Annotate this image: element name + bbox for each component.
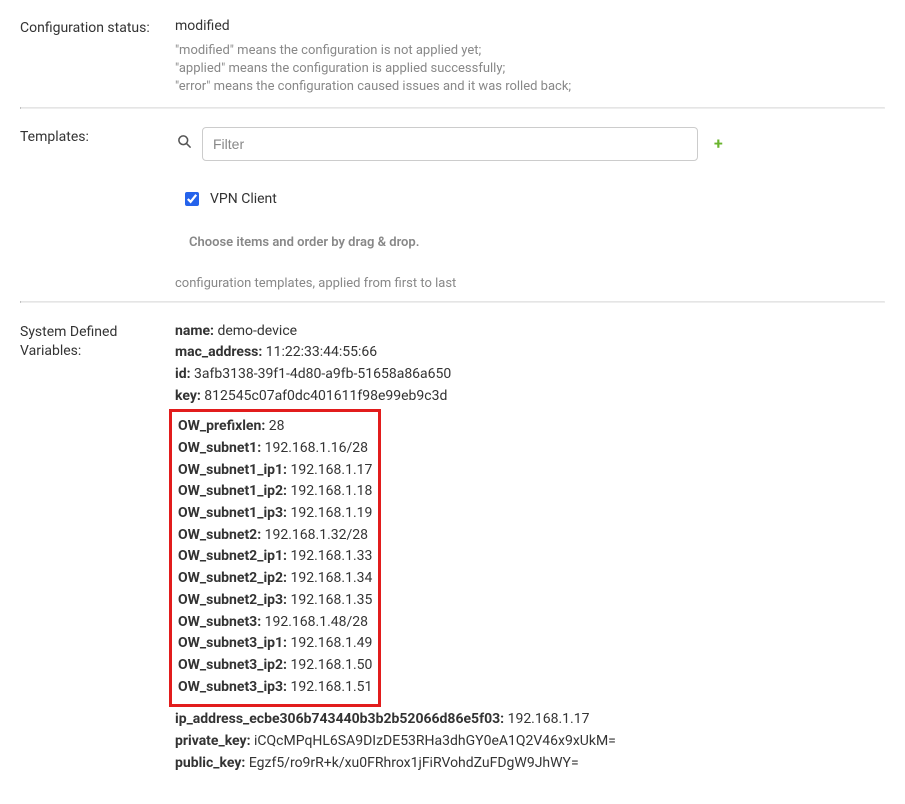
variable-key: mac_address: (175, 344, 266, 360)
templates-drag-hint: Choose items and order by drag & drop. (189, 235, 885, 250)
variable-value: 28 (269, 418, 285, 434)
variable-key: OW_subnet3_ip3: (178, 679, 290, 695)
variable-key: OW_prefixlen: (178, 418, 269, 434)
variable-key: OW_subnet2_ip3: (178, 592, 290, 608)
help-line: "modified" means the configuration is no… (175, 42, 885, 60)
variable-value: 192.168.1.17 (508, 711, 590, 727)
config-status-help: "modified" means the configuration is no… (175, 42, 885, 97)
variable-value: 192.168.1.19 (290, 505, 372, 521)
system-variables-label: System Defined Variables: (20, 321, 175, 362)
variable-line: mac_address: 11:22:33:44:55:66 (175, 342, 885, 364)
template-item-vpn-client[interactable]: VPN Client (181, 189, 885, 209)
var-group-bottom: ip_address_ecbe306b743440b3b2b52066d86e5… (175, 709, 885, 774)
variable-value: Egzf5/ro9rR+k/xu0FRhrox1jFiRVohdZuFDgW9J… (249, 755, 579, 771)
variable-line: OW_subnet3_ip1: 192.168.1.49 (178, 633, 372, 655)
variable-line: public_key: Egzf5/ro9rR+k/xu0FRhrox1jFiR… (175, 753, 885, 775)
variable-line: OW_subnet1: 192.168.1.16/28 (178, 438, 372, 460)
variable-key: OW_subnet3_ip2: (178, 657, 290, 673)
variable-key: key: (175, 388, 204, 404)
variable-line: OW_subnet1_ip2: 192.168.1.18 (178, 481, 372, 503)
variable-line: OW_subnet2_ip1: 192.168.1.33 (178, 546, 372, 568)
variable-value: 812545c07af0dc401611f98e99eb9c3d (204, 388, 447, 404)
variable-key: id: (175, 366, 194, 382)
variable-key: OW_subnet1_ip1: (178, 462, 290, 478)
var-group-top: name: demo-devicemac_address: 11:22:33:4… (175, 321, 885, 408)
variable-value: 192.168.1.17 (290, 462, 372, 478)
config-status-value: modified (175, 18, 885, 34)
variable-key: name: (175, 323, 217, 339)
templates-row: Templates: + VPN Client Choose items and… (20, 109, 885, 301)
variable-line: key: 812545c07af0dc401611f98e99eb9c3d (175, 386, 885, 408)
templates-filter-input[interactable] (202, 127, 698, 161)
search-icon (175, 134, 194, 153)
template-item-label: VPN Client (210, 191, 277, 207)
variable-line: OW_subnet3_ip3: 192.168.1.51 (178, 677, 372, 699)
template-checkbox[interactable] (185, 192, 199, 206)
variable-key: private_key: (175, 733, 254, 749)
variable-line: OW_subnet1_ip3: 192.168.1.19 (178, 503, 372, 525)
variable-line: OW_subnet2_ip2: 192.168.1.34 (178, 568, 372, 590)
config-status-label: Configuration status: (20, 18, 175, 36)
variable-value: 192.168.1.35 (290, 592, 372, 608)
variable-value: 3afb3138-39f1-4d80-a9fb-51658a86a650 (194, 366, 451, 382)
variable-value: 192.168.1.32/28 (265, 527, 368, 543)
variable-line: OW_subnet1_ip1: 192.168.1.17 (178, 460, 372, 482)
variable-value: 192.168.1.50 (290, 657, 372, 673)
variable-value: iCQcMPqHL6SA9DIzDE53RHa3dhGY0eA1Q2V46x9x… (254, 733, 616, 749)
variable-value: 192.168.1.33 (290, 548, 372, 564)
variable-line: OW_subnet3_ip2: 192.168.1.50 (178, 655, 372, 677)
help-line: "applied" means the configuration is app… (175, 60, 885, 78)
variable-line: OW_prefixlen: 28 (178, 416, 372, 438)
variable-line: name: demo-device (175, 321, 885, 343)
variable-key: public_key: (175, 755, 249, 771)
variable-value: 192.168.1.48/28 (265, 614, 368, 630)
variable-line: id: 3afb3138-39f1-4d80-a9fb-51658a86a650 (175, 364, 885, 386)
variable-value: 192.168.1.51 (290, 679, 372, 695)
variable-key: OW_subnet2_ip2: (178, 570, 290, 586)
help-line: "error" means the configuration caused i… (175, 78, 885, 96)
variable-line: ip_address_ecbe306b743440b3b2b52066d86e5… (175, 709, 885, 731)
variable-value: demo-device (217, 323, 297, 339)
variable-key: OW_subnet2: (178, 527, 265, 543)
variable-value: 192.168.1.18 (290, 483, 372, 499)
variable-value: 11:22:33:44:55:66 (266, 344, 377, 360)
variable-key: ip_address_ecbe306b743440b3b2b52066d86e5… (175, 711, 508, 727)
variable-value: 192.168.1.49 (290, 635, 372, 651)
variable-key: OW_subnet1_ip3: (178, 505, 290, 521)
system-variables-row: System Defined Variables: name: demo-dev… (20, 303, 885, 785)
variable-value: 192.168.1.16/28 (265, 440, 368, 456)
config-status-row: Configuration status: modified "modified… (20, 8, 885, 107)
variable-line: OW_subnet2: 192.168.1.32/28 (178, 525, 372, 547)
variable-key: OW_subnet2_ip1: (178, 548, 290, 564)
variable-key: OW_subnet1: (178, 440, 265, 456)
variable-line: OW_subnet3: 192.168.1.48/28 (178, 612, 372, 634)
variable-line: private_key: iCQcMPqHL6SA9DIzDE53RHa3dhG… (175, 731, 885, 753)
variable-line: OW_subnet2_ip3: 192.168.1.35 (178, 590, 372, 612)
variable-key: OW_subnet1_ip2: (178, 483, 290, 499)
variable-key: OW_subnet3_ip1: (178, 635, 290, 651)
templates-label: Templates: (20, 127, 175, 145)
add-template-icon[interactable]: + (706, 134, 723, 153)
highlighted-variables-box: OW_prefixlen: 28OW_subnet1: 192.168.1.16… (169, 409, 381, 707)
templates-filter-row: + (175, 127, 885, 161)
templates-applied-hint: configuration templates, applied from fi… (175, 276, 885, 291)
system-variables-list: name: demo-devicemac_address: 11:22:33:4… (175, 321, 885, 775)
variable-key: OW_subnet3: (178, 614, 265, 630)
variable-value: 192.168.1.34 (290, 570, 372, 586)
